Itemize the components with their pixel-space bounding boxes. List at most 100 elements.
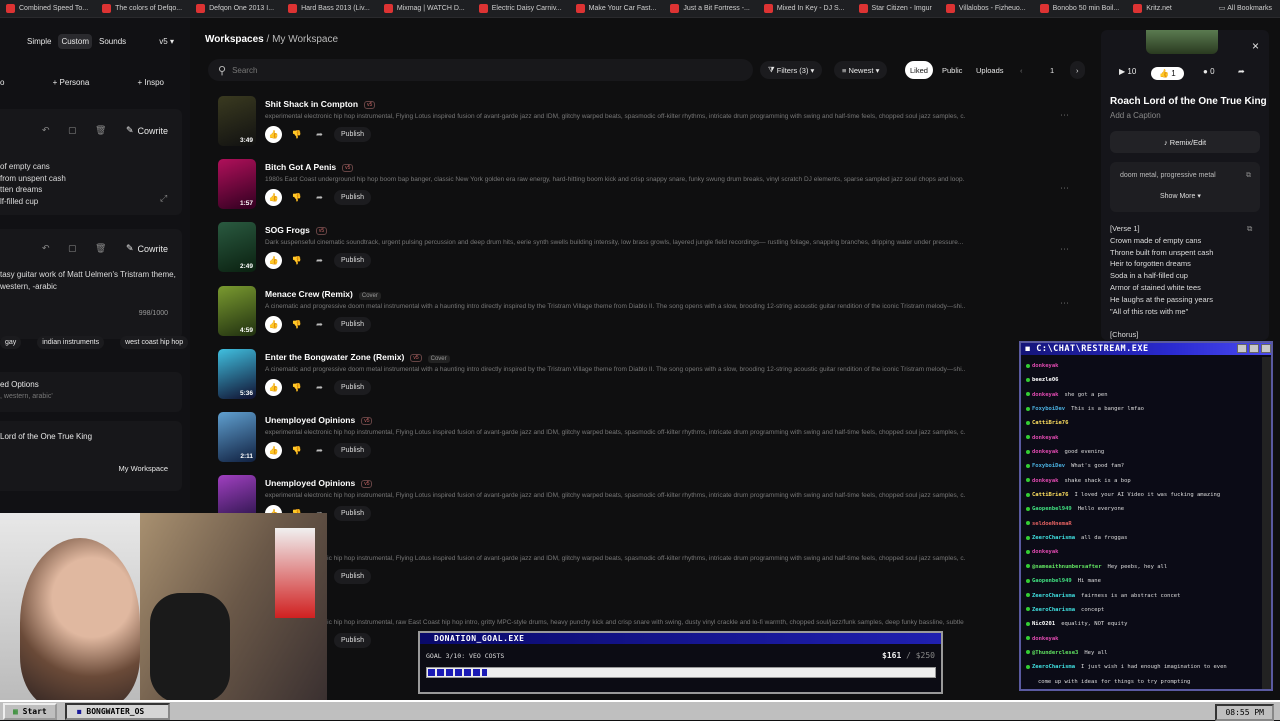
minimize-icon[interactable] (1237, 344, 1247, 353)
publish-button[interactable]: Publish (334, 316, 371, 332)
share-icon[interactable]: ➦ (311, 189, 328, 206)
song-row[interactable]: 5:36 Enter the Bongwater Zone (Remix) v5 Co… (218, 348, 968, 412)
thumbs-up-icon[interactable]: 👍 (265, 126, 282, 143)
bookmark-item[interactable]: Star Citizen - Imgur (858, 4, 932, 13)
tab-custom[interactable]: Custom (58, 34, 93, 49)
chat-scrollbar[interactable] (1262, 357, 1271, 689)
publish-button[interactable]: Publish (334, 443, 371, 458)
share-icon[interactable]: ➦ (311, 442, 328, 459)
song-row[interactable]: 1:57 Bitch Got A Penis v5 1980s East Coast … (218, 159, 1069, 222)
song-title[interactable]: Unemployed Opinions v5 (265, 478, 373, 488)
song-thumbnail[interactable]: 2:49 (218, 222, 256, 273)
song-row[interactable]: 4:59 Menace Crew (Remix) Cover A cinematic … (218, 285, 1069, 349)
play-count[interactable]: ▶ 10 (1119, 67, 1136, 76)
all-bookmarks[interactable]: ▭ All Bookmarks (1219, 4, 1272, 13)
remix-button[interactable]: ♪ Remix/Edit (1110, 131, 1260, 153)
tab-simple[interactable]: Simple (24, 34, 54, 49)
bookmark-item[interactable]: Bonobo 50 min Boil... (1039, 4, 1119, 13)
share-icon[interactable]: ➦ (311, 126, 328, 143)
song-thumbnail[interactable]: 4:59 (218, 285, 256, 336)
thumbs-up-icon[interactable]: 👍 (265, 378, 282, 396)
bookmark-item[interactable]: Just a Bit Fortress -... (670, 4, 750, 13)
publish-button[interactable]: Publish (334, 253, 371, 269)
thumbs-down-icon[interactable]: 👎 (288, 442, 305, 459)
song-title[interactable]: Menace Crew (Remix) Cover (265, 289, 381, 300)
song-thumbnail[interactable]: 1:57 (218, 159, 256, 210)
song-title[interactable]: Shit Shack in Compton v5 (265, 99, 376, 109)
song-title-input[interactable]: Lord of the One True King (0, 432, 92, 441)
sort-button[interactable]: ≡ Newest ▾ (834, 61, 888, 79)
public-filter[interactable]: Public (934, 61, 970, 79)
publish-button[interactable]: Publish (334, 569, 371, 585)
next-page-icon[interactable]: › (1070, 61, 1085, 79)
undo-icon[interactable]: ↶ (42, 125, 50, 136)
publish-button[interactable]: Publish (334, 506, 371, 522)
share-icon[interactable]: ➦ (311, 252, 328, 269)
more-options-icon[interactable]: ⋯ (1060, 244, 1069, 255)
copy-icon[interactable]: ⧉ (1246, 172, 1251, 180)
start-button[interactable]: ▦ Start (3, 702, 57, 720)
publish-button[interactable]: Publish (334, 127, 371, 142)
prev-page-icon[interactable]: ‹ (1012, 61, 1031, 79)
trash-icon[interactable]: 🗑 (95, 243, 106, 254)
song-thumbnail[interactable]: 5:36 (218, 348, 256, 399)
close-icon[interactable] (1261, 344, 1271, 353)
bookmark-item[interactable]: Kritz.net (1133, 4, 1172, 13)
cowrite-button[interactable]: ✎ Cowrite (126, 125, 168, 136)
song-row[interactable]: 3:49 Shit Shack in Compton v5 experimental … (218, 96, 1069, 159)
bookmark-item[interactable]: Villalobos - Fizheuo... (945, 4, 1026, 13)
like-button[interactable]: 👍 1 (1151, 67, 1184, 80)
bookmark-item[interactable]: Defqon One 2013 I... (196, 4, 274, 13)
tag-chip[interactable]: gay (0, 336, 22, 349)
bookmark-item[interactable]: Make Your Car Fast... (575, 4, 656, 13)
close-icon[interactable]: × (1252, 39, 1259, 53)
caption-input[interactable]: Add a Caption (1110, 111, 1161, 120)
song-row[interactable]: 2:11 Unemployed Opinions v5 experimental el… (218, 412, 968, 475)
search-input[interactable]: ⚲ Search (208, 59, 753, 81)
maximize-icon[interactable] (1249, 344, 1259, 353)
thumbs-down-icon[interactable]: 👎 (288, 316, 305, 333)
tag-chip[interactable]: indian instruments (37, 336, 105, 349)
style-text[interactable]: tasy guitar work of Matt Uelmen's Tristr… (0, 269, 176, 292)
song-row[interactable]: 2:49 SOG Frogs v5 Dark suspenseful cinemati… (218, 222, 1069, 285)
thumbs-down-icon[interactable]: 👎 (288, 126, 305, 143)
cowrite-button[interactable]: ✎ Cowrite (126, 243, 168, 254)
song-thumbnail[interactable]: 3:49 (218, 96, 256, 146)
lyrics-text[interactable]: of empty cans from unspent cash tten dre… (0, 161, 66, 207)
inspo-button[interactable]: + Inspo (138, 78, 164, 87)
tab-sounds[interactable]: Sounds (96, 34, 129, 49)
create-row-item[interactable]: o (0, 78, 4, 87)
publish-button[interactable]: Publish (334, 190, 371, 206)
more-options-icon[interactable]: ⋯ (1060, 298, 1069, 309)
song-thumbnail[interactable]: 2:11 (218, 412, 256, 462)
workspace-select[interactable]: My Workspace (119, 464, 168, 473)
tag-chip[interactable]: west coast hip hop (120, 336, 189, 349)
trash-icon[interactable]: 🗑 (95, 125, 106, 136)
expand-icon[interactable]: ⤢ (160, 193, 167, 204)
song-row[interactable]: Unemployed Opinions v5 experimental electr… (218, 475, 968, 538)
share-icon[interactable]: ➦ (311, 316, 328, 333)
share-icon[interactable]: ➦ (311, 379, 328, 396)
uploads-filter[interactable]: Uploads (968, 61, 1012, 79)
copy-lyrics-icon[interactable]: ⧉ (1247, 223, 1252, 235)
persona-button[interactable]: + Persona (53, 78, 90, 87)
thumbs-up-icon[interactable]: 👍 (265, 315, 282, 333)
thumbs-up-icon[interactable]: 👍 (265, 252, 282, 270)
bookmark-item[interactable]: Electric Daisy Carniv... (478, 4, 562, 13)
advanced-options[interactable]: ed Options , western, arabic' (0, 372, 182, 412)
comment-button[interactable]: ● 0 (1203, 67, 1215, 76)
thumbs-up-icon[interactable]: 👍 (265, 442, 282, 459)
more-options-icon[interactable]: ⋯ (1060, 110, 1069, 121)
filters-button[interactable]: ⧩ Filters (3) ▾ (760, 61, 823, 79)
song-title[interactable]: Enter the Bongwater Zone (Remix) v5 Cover (265, 352, 450, 363)
copy-icon[interactable]: ▢ (68, 243, 77, 254)
undo-icon[interactable]: ↶ (42, 243, 50, 254)
bookmark-item[interactable]: Combined Speed To... (6, 4, 88, 13)
publish-button[interactable]: Publish (334, 632, 371, 648)
song-row[interactable]: inionsv5experimental electronic hip hop … (218, 538, 968, 601)
bookmark-item[interactable]: Mixmag | WATCH D... (383, 4, 465, 13)
more-options-icon[interactable]: ⋯ (1060, 183, 1069, 194)
crumb-root[interactable]: Workspaces (205, 34, 264, 45)
taskbar-app[interactable]: ◼ BONGWATER_OS (64, 702, 170, 720)
bookmark-item[interactable]: Mixed In Key - DJ S... (763, 4, 845, 13)
